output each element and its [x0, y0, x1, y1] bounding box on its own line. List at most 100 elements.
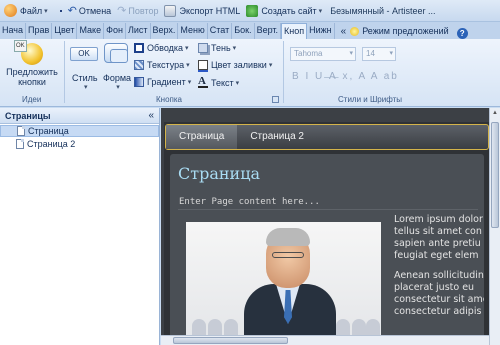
divider [178, 209, 478, 210]
redo-button[interactable]: ↷ Повтор [117, 4, 158, 17]
lightbulb-icon: OK [14, 40, 43, 65]
export-html-button[interactable]: Экспорт HTML [164, 4, 240, 17]
ribbon-scroll-left-icon[interactable]: « [341, 24, 347, 39]
outline-icon [134, 43, 144, 53]
page-icon [17, 126, 25, 136]
globe-icon [246, 4, 259, 17]
export-html-icon [164, 4, 177, 17]
collapse-panel-icon[interactable]: « [148, 110, 154, 121]
lorem-line: consectetur sit ame [394, 294, 484, 305]
ribbon-tab[interactable]: Маке [77, 23, 105, 39]
save-icon[interactable] [59, 9, 62, 12]
shape-gallery-button[interactable]: Форма ▾ [103, 73, 131, 91]
fill-bucket-icon [198, 60, 208, 72]
preview-page: Страница Страница 2 Страница Enter Page c… [164, 122, 489, 345]
page-icon [16, 139, 24, 149]
ok-badge: OK [14, 40, 27, 52]
shadow-icon [198, 43, 208, 53]
group-label-styles-fonts: Стили и Шрифты [338, 95, 403, 104]
window-title: Безымянный - Artisteer ... [330, 5, 436, 16]
gradient-button[interactable]: Градиент ▾ [134, 77, 191, 87]
outline-button[interactable]: Обводка ▾ [134, 43, 189, 53]
chevron-down-icon: ▾ [232, 45, 237, 52]
lorem-text: Lorem ipsum dolor tellus sit amet con sapi… [394, 214, 484, 326]
page-tree-label: Страница [28, 126, 69, 136]
text-color-button[interactable]: A Текст ▾ [198, 76, 240, 88]
page-tree-item[interactable]: Страница 2 [0, 138, 159, 150]
texture-button[interactable]: Текстура ▾ [134, 60, 190, 70]
gradient-icon [134, 77, 144, 87]
undo-button[interactable]: ↶ Отмена [68, 4, 112, 17]
lorem-line: tellus sit amet con [394, 226, 482, 237]
file-menu-button[interactable]: Файл ▾ [4, 4, 48, 17]
ribbon-panel: OK Предложить кнопки Идеи OK Стиль ▾ Фор… [0, 39, 500, 107]
page-heading: Страница [178, 164, 261, 183]
scrollbar-thumb[interactable] [173, 337, 288, 344]
help-icon[interactable]: ? [456, 28, 468, 39]
button-shape-icon [110, 49, 128, 63]
text-color-icon: A [198, 76, 208, 88]
page-tree-label: Страница 2 [27, 139, 76, 149]
ribbon-tab[interactable]: Верх. [151, 23, 179, 39]
dialog-launcher-icon[interactable] [272, 96, 279, 103]
ribbon-tab[interactable]: Стат [208, 23, 233, 39]
suggest-buttons-button[interactable]: OK Предложить кнопки [6, 40, 58, 87]
ribbon-tab[interactable]: Лист [126, 23, 151, 39]
businessman-photo [186, 222, 381, 345]
lorem-paragraph: Lorem ipsum dolor tellus sit amet con sapi… [394, 214, 484, 262]
group-divider [64, 41, 65, 103]
lorem-line: sapien ante pretiu [394, 238, 481, 249]
chevron-down-icon: ▾ [187, 79, 192, 86]
group-label-ideas: Идеи [22, 95, 42, 104]
chevron-down-icon: ▾ [84, 84, 88, 91]
preview-content: Страница Enter Page content here... Lore… [170, 154, 484, 345]
ribbon-tab[interactable]: Бок. [232, 23, 255, 39]
suggestion-mode-button[interactable]: Режим предложений [350, 24, 449, 39]
horizontal-scrollbar[interactable] [161, 335, 489, 345]
ribbon-tabs: Нача Прав Цвет Маке Фон Лист Верх. Меню Стат Бок.… [0, 22, 500, 39]
fill-color-button[interactable]: Цвет заливки ▾ [198, 60, 273, 72]
create-site-button[interactable]: Создать сайт ▾ [246, 4, 322, 17]
texture-icon [134, 60, 144, 70]
preview-menu-bar: Страница Страница 2 [165, 124, 489, 150]
chevron-down-icon: ▾ [235, 79, 240, 87]
design-preview: Страница Страница 2 Страница Enter Page c… [161, 108, 500, 345]
undo-arrow-icon: ↶ [67, 5, 77, 17]
lorem-paragraph: Aenean sollicitudin placerat justo eu cons… [394, 270, 484, 318]
scrollbar-thumb[interactable] [491, 122, 499, 228]
lorem-line: feugiat eget elem [394, 250, 479, 261]
ribbon-tab[interactable]: Цвет [52, 23, 78, 39]
redo-arrow-icon: ↷ [117, 5, 127, 17]
chevron-down-icon: ▾ [268, 62, 273, 69]
page-placeholder-text[interactable]: Enter Page content here... [179, 197, 320, 207]
button-style-preview[interactable]: OK [70, 47, 98, 61]
pages-panel-header: Страницы « [0, 108, 159, 124]
preview-menu-item[interactable]: Страница [166, 125, 238, 149]
ribbon-tab[interactable]: Нижн [307, 23, 335, 39]
vertical-scrollbar[interactable]: ▲ [489, 108, 500, 345]
ribbon-tab[interactable]: Кноп [281, 23, 308, 39]
chevron-down-icon: ▾ [186, 62, 190, 69]
page-tree-item[interactable]: Страница [0, 125, 159, 137]
lorem-line: Lorem ipsum dolor [394, 214, 483, 225]
font-name-combo[interactable]: Tahoma ▾ [290, 47, 356, 61]
scroll-up-icon[interactable]: ▲ [492, 110, 498, 116]
pages-panel-title: Страницы [5, 110, 51, 121]
text-format-buttons[interactable]: B I U ̶A̶ x, A A ab [292, 71, 399, 82]
ribbon-tab[interactable]: Меню [178, 23, 208, 39]
ribbon-tab[interactable]: Прав [26, 23, 53, 39]
quick-access-toolbar: Файл ▾ ↶ Отмена ↷ Повтор Экспорт HTML Со… [0, 0, 500, 22]
font-size-combo[interactable]: 14 ▾ [362, 47, 396, 61]
shadow-button[interactable]: Тень ▾ [198, 43, 236, 53]
lightbulb-icon [350, 27, 360, 36]
style-gallery-button[interactable]: Стиль ▾ [72, 73, 98, 91]
chevron-down-icon: ▾ [349, 50, 353, 57]
ribbon-tab[interactable]: Нача [0, 23, 27, 39]
chevron-down-icon: ▾ [116, 84, 120, 91]
group-label-button: Кнопка [156, 95, 182, 104]
pages-panel: Страницы « Страница Страница 2 [0, 108, 160, 345]
preview-menu-item[interactable]: Страница 2 [237, 125, 317, 149]
lorem-line: consectetur adipis [394, 306, 482, 317]
ribbon-tab[interactable]: Фон [104, 23, 126, 39]
ribbon-tab[interactable]: Верт. [255, 23, 282, 39]
